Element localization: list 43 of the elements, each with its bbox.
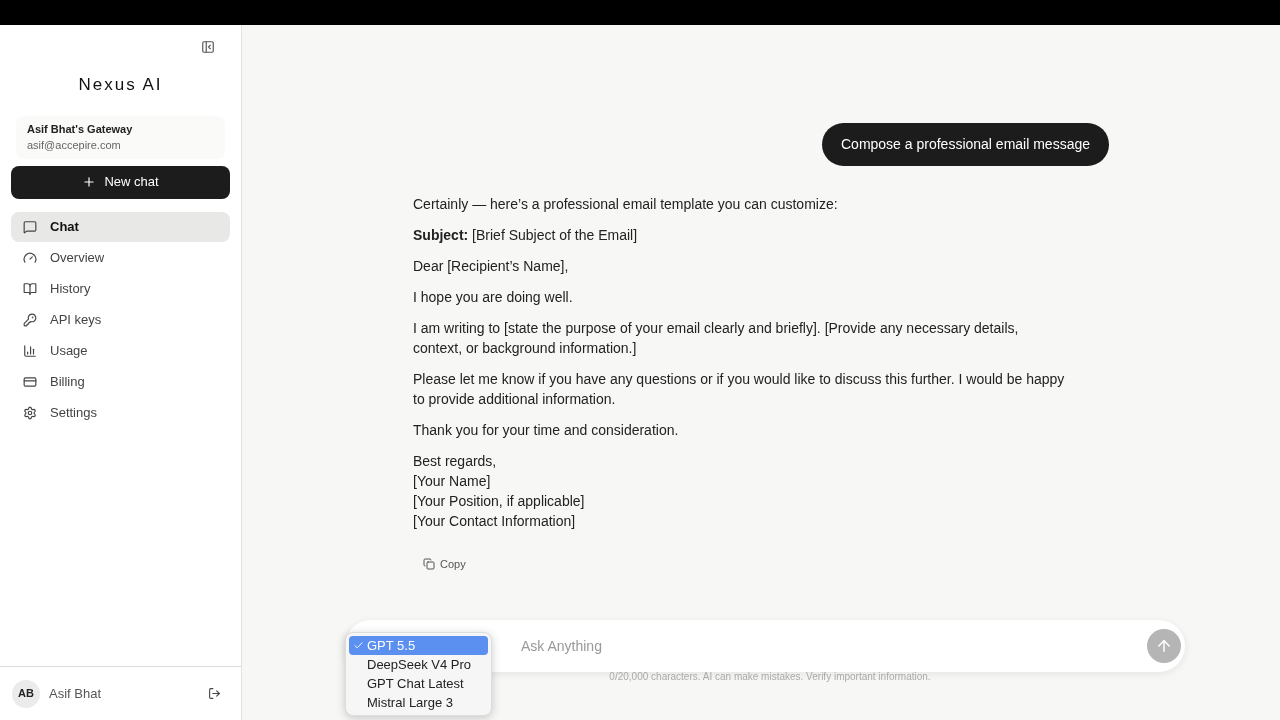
disclaimer: 0/20,000 characters. AI can make mistakes. Verify important information. (609, 670, 931, 684)
card-icon (23, 374, 37, 389)
signature-line: [Your Contact Information] (413, 512, 577, 531)
copy-button[interactable]: Copy (421, 556, 468, 573)
copy-icon (423, 558, 435, 571)
model-option[interactable]: GPT Chat Latest (349, 674, 488, 693)
sidebar-item[interactable]: Usage (11, 335, 230, 366)
model-option[interactable]: Mistral Large 3 (349, 693, 488, 712)
reply-paragraph: I am writing to [state the purpose of your email clearly and briefly]. [Provide any necessary details, context, or background information.] (413, 319, 1020, 358)
user-name: Asif Bhat (49, 684, 103, 703)
new-chat-button[interactable]: New chat (11, 165, 230, 199)
user-avatar: AB (12, 679, 40, 708)
check-icon (353, 640, 364, 651)
account-email: asif@accepire.com (27, 138, 122, 153)
collapse-sidebar-icon[interactable] (201, 40, 215, 54)
account-name: Asif Bhat's Gateway (27, 121, 134, 137)
logout-icon[interactable] (208, 687, 221, 700)
sidebar-item[interactable]: Settings (11, 397, 230, 428)
reply-paragraph: Dear [Recipient’s Name], (413, 257, 570, 276)
plus-icon (82, 175, 97, 189)
sidebar-item[interactable]: History (11, 273, 230, 304)
sidebar-item[interactable]: Chat (11, 211, 230, 242)
settings-icon (23, 405, 37, 420)
bar-chart-icon (23, 343, 37, 358)
reply-paragraph: Certainly — here’s a professional email template you can customize: (413, 195, 839, 214)
reply-paragraph: Subject: [Brief Subject of the Email] (413, 226, 639, 245)
book-icon (23, 281, 37, 296)
reply-paragraph: Thank you for your time and consideration. (413, 421, 680, 440)
signature-line: Best regards, (413, 452, 498, 471)
user-message: Compose a professional email message (822, 123, 1109, 166)
key-icon (23, 312, 37, 327)
logo: Nexus AI (78, 74, 163, 96)
message-input[interactable]: Ask Anything (521, 635, 1147, 657)
reply-paragraph: Please let me know if you have any questions or if you would like to discuss this further. I would be happy to provide additional information. (413, 370, 1065, 409)
gauge-icon (23, 250, 37, 265)
sidebar-item[interactable]: API keys (11, 304, 230, 335)
reply-paragraph: I hope you are doing well. (413, 288, 574, 307)
model-option[interactable]: DeepSeek V4 Pro (349, 655, 488, 674)
signature-line: [Your Name] (413, 472, 492, 491)
sidebar-item[interactable]: Overview (11, 242, 230, 273)
signature-line: [Your Position, if applicable] (413, 492, 586, 511)
sidebar-item[interactable]: Billing (11, 366, 230, 397)
chat-icon (23, 219, 37, 234)
